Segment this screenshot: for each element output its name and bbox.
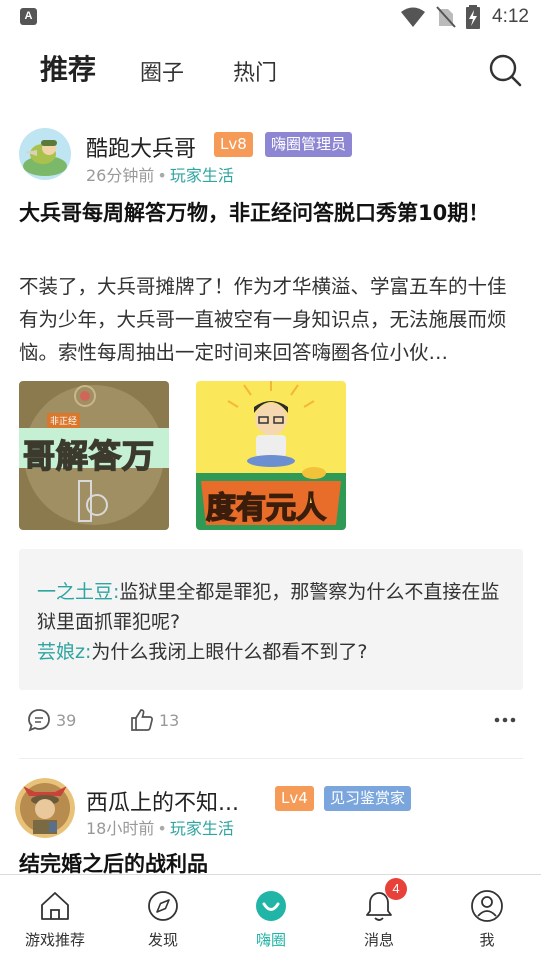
post-body[interactable]: 不装了，大兵哥摊牌了！作为才华横溢、学富五车的十佳有为少年，大兵哥一直被空有一身…	[19, 270, 524, 369]
image-tag: 非正经	[47, 413, 81, 428]
post-actions: 39 13	[0, 700, 541, 740]
post-meta: 26分钟前 • 玩家生活	[86, 162, 234, 186]
nav-label: 消息	[363, 931, 394, 949]
nav-item-hiquan[interactable]: 嗨圈	[221, 875, 321, 960]
comment-icon	[28, 709, 50, 732]
post-title[interactable]: 大兵哥每周解答万物，非正经问答脱口秀第10期！	[19, 199, 519, 227]
like-button[interactable]: 13	[129, 700, 179, 740]
comment-item[interactable]: 一之土豆:监狱里全都是罪犯，那警察为什么不直接在监狱里面抓罪犯呢?	[37, 577, 503, 637]
bottom-nav: 游戏推荐 发现 嗨圈 4 消息 我	[0, 874, 541, 960]
tab-hot[interactable]: 热门	[233, 44, 277, 104]
avatar[interactable]	[15, 778, 75, 838]
battery-charging-icon	[466, 5, 481, 29]
more-icon[interactable]	[493, 708, 517, 732]
username[interactable]: 酷跑大兵哥	[86, 131, 196, 163]
role-badge: 见习鉴赏家	[324, 786, 412, 811]
comment-button[interactable]: 39	[26, 700, 76, 740]
time-ago: 26分钟前	[86, 166, 155, 185]
post-image[interactable]: 度有元人	[196, 381, 346, 530]
no-sim-icon	[436, 6, 456, 28]
role-badge: 嗨圈管理员	[265, 132, 353, 157]
image-caption: 哥解答万	[22, 436, 156, 476]
comment-author[interactable]: 一之土豆:	[37, 581, 119, 603]
comment-author[interactable]: 芸娘z:	[37, 641, 91, 663]
nav-label: 游戏推荐	[24, 931, 85, 949]
home-icon	[41, 892, 69, 920]
nav-item-discover[interactable]: 发现	[113, 875, 213, 960]
top-nav: 推荐 圈子 热门	[0, 40, 541, 100]
hiquan-icon	[256, 891, 286, 921]
nav-item-me[interactable]: 我	[437, 875, 537, 960]
comments-preview[interactable]: 一之土豆:监狱里全都是罪犯，那警察为什么不直接在监狱里面抓罪犯呢? 芸娘z:为什…	[19, 549, 523, 690]
post-title[interactable]: 结完婚之后的战利品	[19, 850, 519, 874]
comment-text: 为什么我闭上眼什么都看不到了?	[91, 641, 368, 663]
comment-item[interactable]: 芸娘z:为什么我闭上眼什么都看不到了?	[37, 637, 503, 667]
search-icon[interactable]	[487, 52, 523, 88]
comment-count: 39	[56, 710, 77, 730]
category-link[interactable]: 玩家生活	[170, 166, 234, 185]
username[interactable]: 西瓜上的不知...	[86, 785, 239, 817]
meta-separator: •	[157, 166, 167, 185]
tab-circles[interactable]: 圈子	[140, 44, 184, 104]
user-icon	[471, 890, 503, 922]
thumbs-up-icon	[131, 709, 153, 731]
nav-label: 发现	[147, 931, 178, 949]
wifi-icon	[401, 7, 426, 27]
nav-label: 嗨圈	[255, 931, 286, 949]
nav-item-messages[interactable]: 4 消息	[329, 875, 429, 960]
post-meta: 18小时前 • 玩家生活	[86, 815, 234, 839]
level-badge: Lv8	[214, 132, 253, 157]
avatar[interactable]	[19, 128, 71, 180]
notification-badge: 4	[385, 878, 407, 900]
category-link[interactable]: 玩家生活	[170, 819, 234, 838]
level-badge: Lv4	[275, 786, 314, 811]
meta-separator: •	[157, 819, 167, 838]
like-count: 13	[159, 710, 180, 730]
tab-recommend[interactable]: 推荐	[40, 40, 96, 100]
clock: 4:12	[492, 6, 529, 27]
nav-item-game-recommend[interactable]: 游戏推荐	[5, 875, 105, 960]
post-image[interactable]: 非正经 哥解答万	[19, 381, 169, 530]
divider	[19, 758, 523, 759]
status-bar: A 4:12	[0, 0, 541, 34]
nav-label: 我	[479, 931, 495, 949]
compass-icon	[148, 891, 178, 921]
app-notification-icon: A	[20, 8, 37, 25]
image-caption: 度有元人	[205, 490, 327, 527]
time-ago: 18小时前	[86, 819, 155, 838]
